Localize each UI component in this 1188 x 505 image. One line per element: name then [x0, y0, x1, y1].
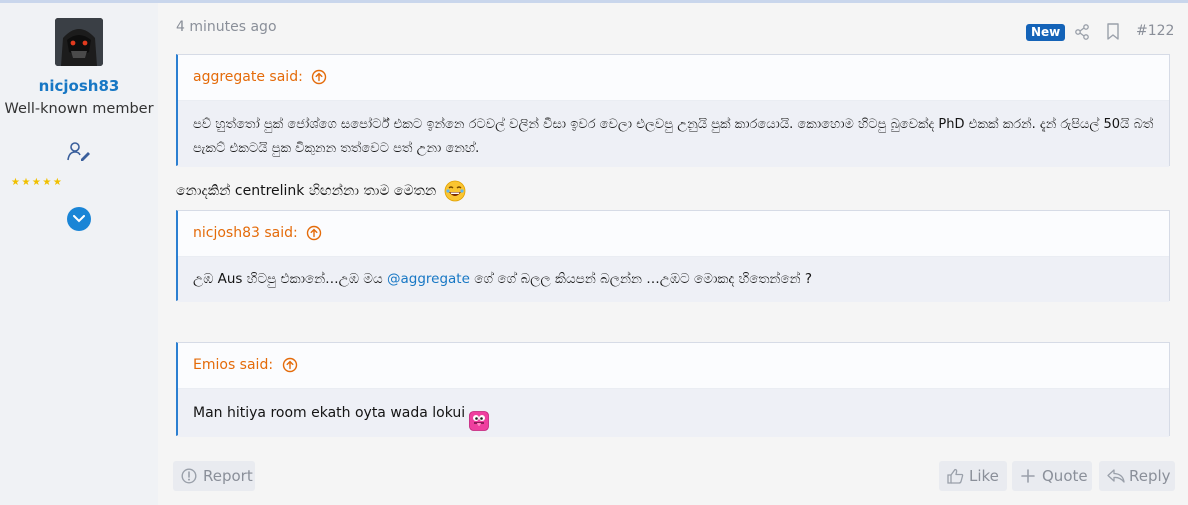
quote-author[interactable]: nicjosh83 said:: [193, 225, 298, 241]
quote-button[interactable]: Quote: [1012, 461, 1092, 491]
post-number[interactable]: #122: [1136, 23, 1174, 39]
quote-header[interactable]: nicjosh83 said:: [178, 211, 1169, 257]
user-mention-link[interactable]: @aggregate: [387, 271, 470, 287]
post-body-text: නොදකින් centrelink හිඟන්නා තාම මෙතන: [176, 183, 437, 199]
quote-label: Quote: [1042, 467, 1088, 485]
arrow-up-circle-icon[interactable]: [311, 69, 327, 85]
thumbs-up-icon: [947, 468, 964, 484]
arrow-up-circle-icon[interactable]: [306, 225, 322, 241]
quote-header[interactable]: Emios said:: [178, 343, 1169, 389]
tongue-out-emoji: [469, 403, 490, 431]
quote-text-after: ගේ ගේ බලල කියපන් බලන්න …උඹට මොකද හිතෙන්න…: [469, 271, 812, 287]
quote-block: nicjosh83 said: උඹ Aus හිටපු එකානේ…උඹ මය…: [176, 210, 1170, 302]
bookmark-icon[interactable]: [1106, 23, 1120, 40]
report-label: Report: [203, 467, 253, 485]
quote-author[interactable]: Emios said:: [193, 357, 273, 373]
user-title: Well-known member: [4, 101, 154, 117]
avatar[interactable]: [55, 18, 103, 66]
quote-text-before: උඹ Aus හිටපු එකානේ…උඹ මය: [193, 271, 387, 287]
like-label: Like: [969, 467, 999, 485]
quote-text-content: Man hitiya room ekath oyta wada lokui: [193, 405, 466, 421]
reply-button[interactable]: Reply: [1099, 461, 1175, 491]
quote-block: aggregate said: පව් හුත්තෝ පුක් ජෝශ්ගෙ ස…: [176, 54, 1170, 167]
quote-header[interactable]: aggregate said:: [178, 55, 1169, 101]
top-strip: [0, 0, 1188, 3]
report-button[interactable]: Report: [173, 461, 255, 491]
quote-text: Man hitiya room ekath oyta wada lokui: [178, 389, 1169, 437]
quote-text: උඹ Aus හිටපු එකානේ…උඹ මය @aggregate ගේ ග…: [178, 257, 1169, 302]
report-icon: [181, 468, 197, 484]
reply-label: Reply: [1129, 467, 1171, 485]
new-badge: New: [1026, 24, 1066, 41]
quote-block: Emios said: Man hitiya room ekath oyta w…: [176, 342, 1170, 437]
expand-user-button[interactable]: [67, 207, 91, 231]
like-button[interactable]: Like: [939, 461, 1007, 491]
laughing-face-emoji: [444, 180, 466, 202]
arrow-up-circle-icon[interactable]: [282, 357, 298, 373]
plus-icon: [1021, 469, 1035, 483]
quote-text: පව් හුත්තෝ පුක් ජෝශ්ගෙ සපෝර්ට් එකට ඉන්නෙ…: [178, 101, 1169, 167]
post-time[interactable]: 4 minutes ago: [176, 19, 277, 35]
username[interactable]: nicjosh83: [0, 77, 158, 95]
share-icon[interactable]: [1074, 24, 1090, 40]
chevron-down-icon: [73, 215, 85, 223]
post-body: නොදකින් centrelink හිඟන්නා තාම මෙතන: [176, 180, 466, 202]
reply-arrow-icon: [1107, 469, 1125, 483]
rating-stars: ★★★★★: [11, 177, 64, 188]
user-edit-icon: [67, 141, 91, 161]
quote-author[interactable]: aggregate said:: [193, 69, 303, 85]
